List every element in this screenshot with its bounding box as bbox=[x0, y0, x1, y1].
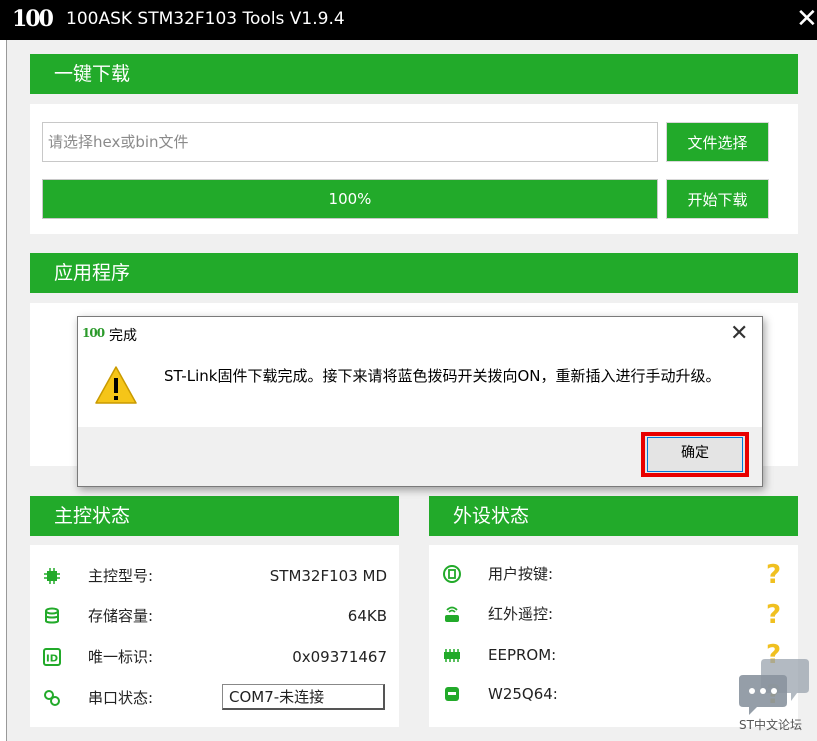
main-status-label: 串口状态: bbox=[88, 689, 154, 707]
window-title: 100ASK STM32F103 Tools V1.9.4 bbox=[66, 9, 345, 29]
link-icon bbox=[42, 688, 62, 708]
flash-drive-icon bbox=[442, 684, 462, 704]
download-section-header: 一键下载 bbox=[30, 54, 798, 94]
app-program-section-header: 应用程序 bbox=[30, 253, 798, 293]
dialog-titlebar: 100 完成 ✕ bbox=[78, 317, 762, 351]
dialog-close-icon[interactable]: ✕ bbox=[730, 321, 748, 346]
main-status-label: 唯一标识: bbox=[88, 648, 154, 666]
infrared-icon bbox=[442, 604, 462, 624]
app-logo: 100 bbox=[12, 6, 54, 32]
peripheral-row-user-button: 用户按键: bbox=[442, 562, 742, 586]
progress-text: 100% bbox=[328, 190, 372, 208]
dialog-logo: 100 bbox=[82, 326, 105, 340]
peripheral-label: 红外遥控: bbox=[488, 605, 554, 623]
dialog-title: 完成 bbox=[109, 328, 137, 344]
warning-icon bbox=[94, 365, 138, 405]
window-close-icon[interactable]: ✕ bbox=[796, 6, 817, 32]
peripheral-row-infrared: 红外遥控: bbox=[442, 602, 742, 626]
start-download-button[interactable]: 开始下载 bbox=[666, 179, 769, 219]
main-status-label: 存储容量: bbox=[88, 607, 154, 625]
peripheral-row-eeprom: EEPROM: bbox=[442, 643, 742, 667]
choose-file-button[interactable]: 文件选择 bbox=[666, 122, 769, 162]
id-card-icon: ID bbox=[42, 647, 62, 667]
main-status-value: 64KB bbox=[347, 607, 387, 625]
peripheral-label: W25Q64: bbox=[488, 685, 558, 703]
ok-button[interactable]: 确定 bbox=[641, 432, 749, 477]
main-status-row-storage: 存储容量: 64KB bbox=[42, 604, 387, 628]
main-status-label: 主控型号: bbox=[88, 567, 154, 585]
forum-watermark-text: ST中文论坛 bbox=[739, 718, 802, 732]
svg-text:ID: ID bbox=[46, 654, 58, 665]
download-progress-bar: 100% bbox=[42, 179, 658, 219]
main-status-row-uid: ID 唯一标识: 0x09371467 bbox=[42, 645, 387, 669]
memory-chip-icon bbox=[442, 645, 462, 665]
serial-port-field[interactable]: COM7-未连接 bbox=[222, 684, 385, 710]
peripheral-status-unknown: ? bbox=[766, 600, 782, 630]
peripheral-label: 用户按键: bbox=[488, 565, 554, 583]
peripheral-status-unknown: ? bbox=[766, 560, 782, 590]
chip-icon bbox=[42, 566, 62, 586]
main-status-section-header: 主控状态 bbox=[30, 496, 399, 536]
button-icon bbox=[442, 564, 462, 584]
main-status-value: 0x09371467 bbox=[292, 648, 387, 666]
file-path-input[interactable] bbox=[42, 122, 658, 162]
database-icon bbox=[42, 606, 62, 626]
window-titlebar: 100 100ASK STM32F103 Tools V1.9.4 ✕ bbox=[0, 0, 817, 40]
peripheral-row-w25q64: W25Q64: bbox=[442, 682, 742, 706]
dialog-message: ST-Link固件下载完成。接下来请将蓝色拨码开关拨向ON，重新插入进行手动升级… bbox=[164, 367, 721, 385]
main-status-row-model: 主控型号: STM32F103 MD bbox=[42, 564, 387, 588]
peripheral-status-section-header: 外设状态 bbox=[429, 496, 798, 536]
main-status-value: STM32F103 MD bbox=[269, 567, 387, 585]
peripheral-label: EEPROM: bbox=[488, 646, 557, 664]
dialog-body: ST-Link固件下载完成。接下来请将蓝色拨码开关拨向ON，重新插入进行手动升级… bbox=[78, 351, 762, 427]
completion-dialog: 100 完成 ✕ ST-Link固件下载完成。接下来请将蓝色拨码开关拨向ON，重… bbox=[77, 316, 763, 487]
